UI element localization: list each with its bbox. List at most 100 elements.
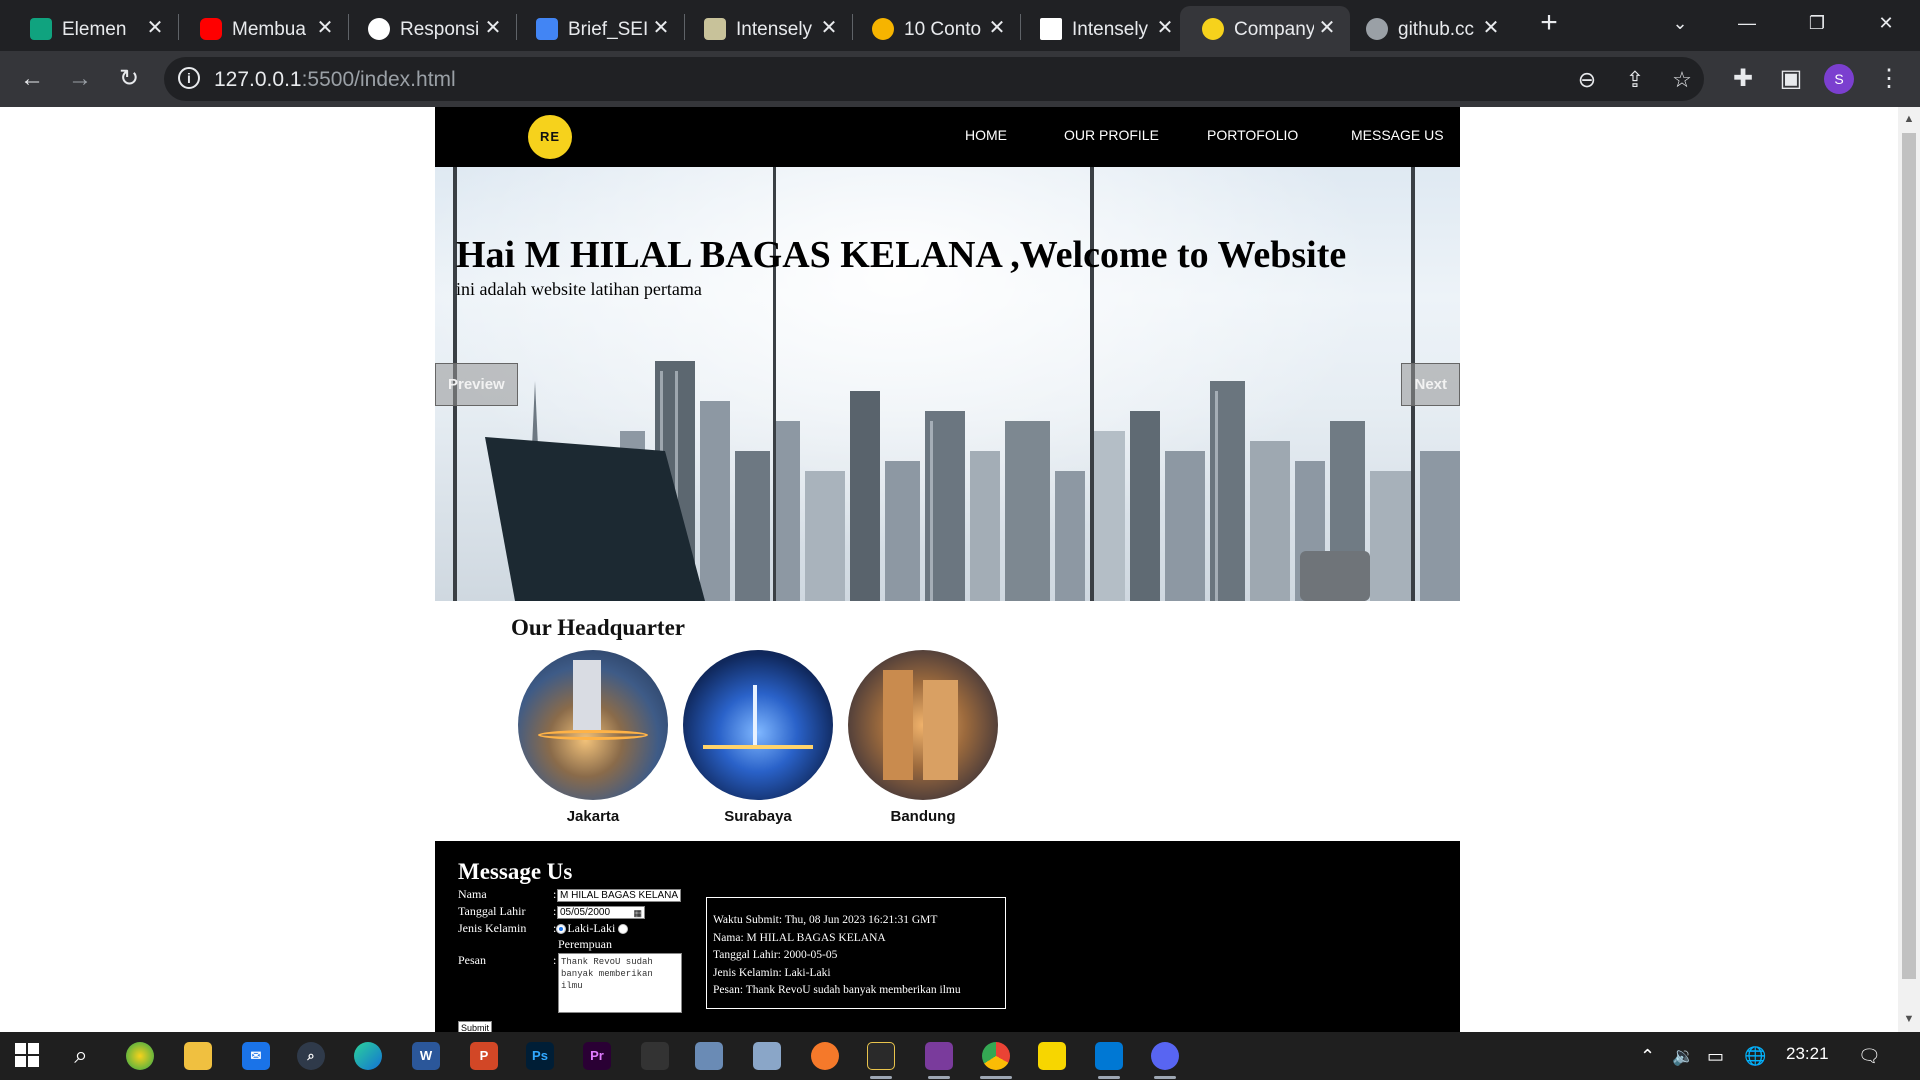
forward-arrow-icon[interactable]: →: [65, 64, 95, 94]
paint-icon[interactable]: [126, 1042, 154, 1070]
close-icon[interactable]: ✕: [1480, 17, 1502, 39]
side-panel-icon[interactable]: ▣: [1776, 64, 1806, 94]
label-pesan: Pesan: [458, 953, 486, 967]
slider-next-button[interactable]: Next: [1401, 363, 1460, 406]
close-icon[interactable]: ✕: [314, 17, 336, 39]
gender-options: : Laki-Laki: [553, 921, 629, 936]
tab-brief-doc[interactable]: Brief_SEI ✕: [506, 6, 684, 51]
hq-card-surabaya: Surabaya: [683, 650, 833, 825]
city-skyline-image: [485, 361, 1460, 601]
scroll-up-arrow-icon[interactable]: ▲: [1903, 113, 1915, 125]
result-waktu: Waktu Submit: Thu, 08 Jun 2023 16:21:31 …: [713, 914, 938, 926]
nav-our-profile[interactable]: OUR PROFILE: [1064, 127, 1159, 143]
hq-name-bandung: Bandung: [890, 808, 956, 825]
scroll-down-arrow-icon[interactable]: ▼: [1903, 1013, 1915, 1025]
tab-chatgpt[interactable]: Elemen ✕: [0, 6, 178, 51]
tab-title: 10 Conto: [904, 19, 982, 40]
site-logo[interactable]: RE VO: [528, 115, 572, 188]
sticky-notes-icon[interactable]: [1038, 1042, 1066, 1070]
menu-kebab-icon[interactable]: ⋮: [1874, 64, 1904, 94]
page-scrollbar[interactable]: ▲ ▼: [1898, 107, 1920, 1032]
result-pesan: Pesan: Thank RevoU sudah banyak memberik…: [713, 984, 961, 996]
nav-portofolio[interactable]: PORTOFOLIO: [1207, 127, 1298, 143]
submit-button[interactable]: Submit: [458, 1021, 493, 1032]
label-laki-laki: Laki-Laki: [567, 921, 616, 935]
radio-laki-laki[interactable]: [556, 924, 567, 935]
zoom-out-icon[interactable]: ⊖: [1574, 67, 1600, 93]
close-icon[interactable]: ✕: [482, 17, 504, 39]
close-icon[interactable]: ✕: [1154, 17, 1176, 39]
tanggal-lahir-input[interactable]: 05/05/2000 ▦: [557, 906, 645, 919]
volume-icon[interactable]: 🔉: [1672, 1044, 1694, 1068]
close-window-button[interactable]: ✕: [1866, 8, 1906, 38]
file-explorer-icon[interactable]: [184, 1042, 212, 1070]
tab-title: Elemen: [62, 19, 127, 40]
profile-avatar[interactable]: S: [1824, 64, 1854, 94]
colon: :: [553, 904, 557, 918]
tab-intensely-1[interactable]: Intensely ✕: [674, 6, 852, 51]
magnifier-icon[interactable]: ⌕: [297, 1042, 325, 1070]
network-icon[interactable]: [695, 1042, 723, 1070]
hq-card-jakarta: Jakarta: [518, 650, 668, 825]
nav-home[interactable]: HOME: [965, 127, 1007, 143]
nav-message-us[interactable]: MESSAGE US: [1351, 127, 1444, 143]
restore-button[interactable]: ❐: [1797, 8, 1837, 38]
network-icon[interactable]: [753, 1042, 781, 1070]
chrome-icon[interactable]: [982, 1042, 1010, 1070]
jakarta-photo: [518, 650, 668, 800]
address-bar[interactable]: i 127.0.0.1:5500/index.html ⊖ ⇪ ☆: [164, 57, 1704, 101]
tab-search-chevron-icon[interactable]: ⌄: [1660, 8, 1700, 38]
search-icon[interactable]: ⌕: [67, 1042, 95, 1070]
tray-chevron-icon[interactable]: ⌃: [1640, 1044, 1655, 1068]
reload-icon[interactable]: ↻: [114, 64, 144, 94]
taskbar-clock[interactable]: 23:21: [1786, 1044, 1829, 1064]
discord-icon[interactable]: [1151, 1042, 1179, 1070]
pesan-textarea[interactable]: Thank RevoU sudah banyak memberikan ilmu: [558, 953, 682, 1013]
blender-icon[interactable]: [811, 1042, 839, 1070]
url-path: :5500/index.html: [301, 68, 456, 91]
notification-icon[interactable]: 🗨: [1858, 1044, 1881, 1068]
video-editor-icon[interactable]: [867, 1042, 895, 1070]
tab-10-contoh[interactable]: 10 Conto ✕: [842, 6, 1020, 51]
language-globe-icon[interactable]: 🌐: [1744, 1044, 1766, 1068]
site-info-icon[interactable]: i: [178, 67, 200, 89]
close-icon[interactable]: ✕: [1316, 17, 1338, 39]
tab-github-cc[interactable]: github.cc ✕: [1336, 6, 1514, 51]
battery-icon[interactable]: ▭: [1707, 1044, 1724, 1068]
new-tab-button[interactable]: +: [1535, 8, 1563, 38]
start-icon[interactable]: [13, 1042, 41, 1070]
edge-icon[interactable]: [354, 1042, 382, 1070]
app-icon[interactable]: [641, 1042, 669, 1070]
tab-intensely-2[interactable]: Intensely ✕: [1010, 6, 1188, 51]
share-icon[interactable]: ⇪: [1622, 67, 1648, 93]
back-arrow-icon[interactable]: ←: [17, 64, 47, 94]
tab-company[interactable]: Company ✕: [1180, 6, 1350, 51]
close-icon[interactable]: ✕: [986, 17, 1008, 39]
bookmark-star-icon[interactable]: ☆: [1669, 67, 1695, 93]
close-icon[interactable]: ✕: [650, 17, 672, 39]
premiere-icon[interactable]: Pr: [583, 1042, 611, 1070]
winrar-icon[interactable]: [925, 1042, 953, 1070]
extensions-puzzle-icon[interactable]: ✚: [1728, 64, 1758, 94]
minimize-button[interactable]: —: [1727, 8, 1767, 38]
vscode-icon[interactable]: [1095, 1042, 1123, 1070]
mail-icon[interactable]: ✉: [242, 1042, 270, 1070]
close-icon[interactable]: ✕: [818, 17, 840, 39]
nama-input[interactable]: M HILAL BAGAS KELANA: [557, 889, 681, 902]
word-icon[interactable]: W: [412, 1042, 440, 1070]
powerpoint-icon[interactable]: P: [470, 1042, 498, 1070]
url-text[interactable]: 127.0.0.1:5500/index.html: [214, 68, 456, 92]
message-title: Message Us: [458, 859, 573, 884]
radio-perempuan[interactable]: [618, 924, 629, 935]
tab-github-responsive[interactable]: Responsi ✕: [338, 6, 516, 51]
slider-preview-button[interactable]: Preview: [435, 363, 518, 406]
tab-youtube[interactable]: Membua ✕: [170, 6, 348, 51]
photoshop-icon[interactable]: Ps: [526, 1042, 554, 1070]
label-nama: Nama: [458, 887, 487, 901]
github-icon: [368, 18, 390, 40]
hero-slider: Hai M HILAL BAGAS KELANA ,Welcome to Web…: [435, 167, 1460, 601]
close-icon[interactable]: ✕: [144, 17, 166, 39]
scrollbar-thumb[interactable]: [1902, 133, 1916, 979]
page-viewport: RE VO HOME OUR PROFILE PORTOFOLIO MESSAG…: [0, 107, 1898, 1032]
calendar-icon[interactable]: ▦: [633, 907, 642, 919]
